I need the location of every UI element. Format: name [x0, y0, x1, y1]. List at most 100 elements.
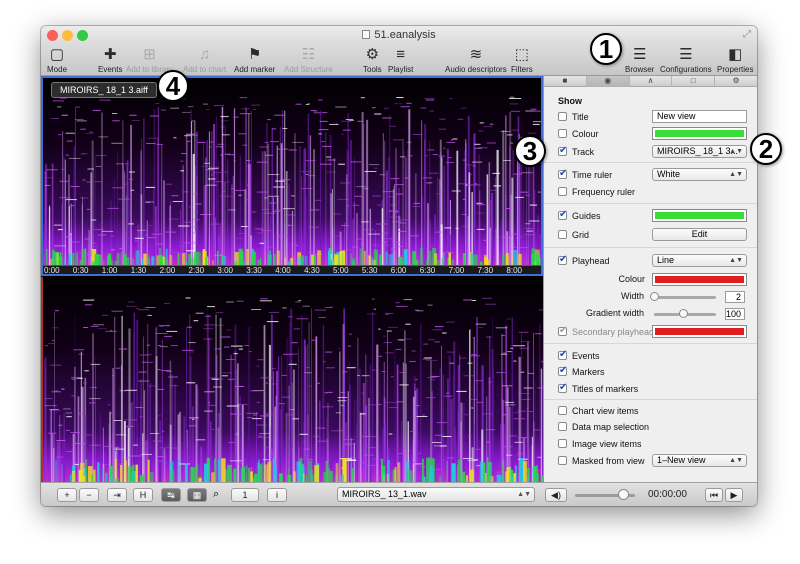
spectrogram-texture [207, 178, 216, 180]
spectrogram-texture [485, 441, 491, 443]
toolbar-label: Configurations [660, 65, 712, 74]
colour-checkbox-row[interactable]: Colour [558, 128, 599, 141]
toolbar-playlist-button[interactable]: ≡ Playlist [388, 46, 413, 74]
spectrogram-texture [273, 186, 285, 188]
spectrogram-texture [149, 201, 154, 203]
title-checkbox[interactable] [558, 112, 567, 121]
toolbar-add-marker-button[interactable]: ⚑ Add marker [234, 46, 275, 74]
chart-view-items-checkbox[interactable] [558, 406, 567, 415]
guides-checkbox-row[interactable]: Guides [558, 209, 601, 223]
track-checkbox-row[interactable]: Track [558, 145, 594, 159]
spectrogram-texture [471, 407, 474, 409]
data-map-selection-checkbox-row[interactable]: Data map selection [558, 421, 649, 434]
frequency-ruler-checkbox-row[interactable]: Frequency ruler [558, 186, 635, 199]
masked-from-view-popup[interactable]: 1–New view ▲▼ [652, 454, 747, 467]
toolbar-configurations-button[interactable]: ☰ Configurations [660, 46, 712, 74]
chart-view-items-checkbox-row[interactable]: Chart view items [558, 405, 639, 418]
width-slider-knob[interactable] [650, 292, 659, 301]
spectrogram-texture [438, 128, 447, 130]
spectrogram-texture [529, 204, 538, 206]
spectrogram-texture [280, 143, 283, 265]
spectrogram-texture [512, 173, 523, 175]
panel-tab-1[interactable]: ■ [544, 76, 587, 87]
spectrogram-view-2[interactable] [41, 277, 543, 482]
gradient-width-value[interactable]: 100 [725, 308, 745, 320]
toolbar-audio-descriptors-button[interactable]: ≋ Audio descriptors [445, 46, 507, 74]
spectrogram-texture [76, 120, 87, 122]
title-field[interactable]: New view [652, 110, 747, 123]
guides-colour-swatch[interactable] [652, 209, 747, 222]
grid-checkbox[interactable] [558, 230, 567, 239]
title-checkbox-row[interactable]: Title [558, 111, 589, 124]
spectrogram-view-1[interactable]: 0:00 0:30 1:00 1:30 2:00 2:30 3:00 3:30 4:00 4:30… [41, 76, 543, 276]
playhead-checkbox[interactable] [558, 254, 567, 266]
playhead-colour-swatch[interactable] [652, 273, 747, 286]
toolbar-filters-button[interactable]: ⬚ Filters [511, 46, 533, 74]
image-view-items-checkbox-row[interactable]: Image view items [558, 438, 642, 451]
frequency-ruler-checkbox[interactable] [558, 187, 567, 196]
snap-button[interactable]: ↹ [161, 488, 181, 502]
spectrogram-texture [364, 188, 369, 190]
playhead-checkbox-row[interactable]: Playhead [558, 254, 610, 268]
spectrogram-texture [256, 365, 260, 367]
zoom-in-button[interactable]: + [57, 488, 77, 502]
spectrogram-texture [269, 202, 276, 204]
grid-edit-button[interactable]: Edit [652, 228, 747, 241]
page-field[interactable]: 1 [231, 488, 259, 502]
image-view-items-checkbox[interactable] [558, 439, 567, 448]
grid-checkbox-row[interactable]: Grid [558, 229, 589, 242]
secondary-playhead-checkbox[interactable] [558, 325, 567, 337]
grid-toggle-button[interactable]: ▦ [187, 488, 207, 502]
play-button[interactable]: ▶ [725, 488, 743, 502]
toolbar-add-structure-button[interactable]: ☷ Add Structure [284, 46, 333, 74]
markers-checkbox-row[interactable]: Markers [558, 365, 605, 379]
toolbar-events-button[interactable]: ✚ Events [98, 46, 122, 74]
gradient-width-slider-knob[interactable] [679, 309, 688, 318]
view-track-label[interactable]: MIROIRS_ 18_1 3.aiff [51, 82, 157, 98]
time-display: 00:00:00 [648, 489, 687, 500]
time-ruler-checkbox[interactable] [558, 168, 567, 180]
toolbar-properties-button[interactable]: ◧ Properties [717, 46, 753, 74]
secondary-playhead-checkbox-row[interactable]: Secondary playhead [558, 325, 654, 339]
time-ruler-popup[interactable]: White ▲▼ [652, 168, 747, 181]
titles-of-markers-checkbox-row[interactable]: Titles of markers [558, 382, 638, 396]
guides-checkbox[interactable] [558, 209, 567, 221]
masked-from-view-checkbox[interactable] [558, 456, 567, 465]
colour-checkbox[interactable] [558, 129, 567, 138]
panel-tab-3[interactable]: ∧ [630, 76, 673, 87]
masked-from-view-checkbox-row[interactable]: Masked from view [558, 455, 645, 468]
events-checkbox[interactable] [558, 349, 567, 361]
spectrogram-texture [283, 225, 294, 227]
width-slider[interactable] [654, 296, 716, 299]
fit-to-window-button[interactable]: ⇥ [107, 488, 127, 502]
spectrogram-texture [135, 407, 144, 408]
toolbar-browser-button[interactable]: ☰ Browser [625, 46, 654, 74]
track-popup[interactable]: MIROIRS_ 18_1 3... ▲▼ [652, 145, 747, 158]
toolbar-add-to-chart-button[interactable]: ♫ Add to chart [183, 46, 226, 74]
volume-slider-knob[interactable] [618, 489, 629, 500]
spectrogram-texture [391, 221, 402, 223]
panel-tab-4[interactable]: □ [672, 76, 716, 87]
titles-of-markers-checkbox[interactable] [558, 382, 567, 394]
colour-swatch[interactable] [652, 127, 747, 140]
width-value[interactable]: 2 [725, 291, 745, 303]
markers-checkbox[interactable] [558, 365, 567, 377]
events-checkbox-row[interactable]: Events [558, 349, 600, 363]
go-to-start-button[interactable]: ⏮ [705, 488, 723, 502]
toolbar-mode-button[interactable]: ▢ Mode [47, 46, 67, 74]
playhead-popup[interactable]: Line ▲▼ [652, 254, 747, 267]
panel-tab-5[interactable]: ⚙ [715, 76, 757, 87]
info-button[interactable]: i [267, 488, 287, 502]
horizontal-button[interactable]: H [133, 488, 153, 502]
data-map-selection-checkbox[interactable] [558, 422, 567, 431]
secondary-playhead-swatch[interactable] [652, 325, 747, 338]
track-checkbox[interactable] [558, 145, 567, 157]
fullscreen-icon[interactable]: ⤢ [743, 29, 751, 40]
audio-file-popup[interactable]: MIROIRS_ 13_1.wav ▲▼ [337, 487, 535, 502]
volume-button[interactable]: ◀) [545, 488, 567, 502]
zoom-out-button[interactable]: − [79, 488, 99, 502]
time-ruler-checkbox-row[interactable]: Time ruler [558, 168, 612, 182]
panel-tab-2[interactable]: ◉ [586, 76, 630, 87]
toolbar-tools-button[interactable]: ⚙ Tools [363, 46, 382, 74]
toolbar-add-to-library-button[interactable]: ⊞ Add to library [126, 46, 173, 74]
